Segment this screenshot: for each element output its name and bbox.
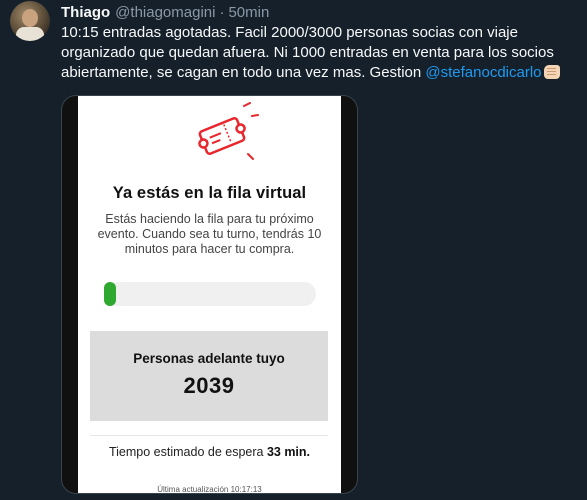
- author-handle[interactable]: @thiagomagini: [115, 4, 215, 21]
- separator-dot: ·: [219, 3, 225, 21]
- tweet-text: 10:15 entradas agotadas. Facil 2000/3000…: [61, 23, 581, 83]
- avatar[interactable]: [10, 1, 50, 41]
- estimated-wait-value: 33 min.: [266, 445, 311, 459]
- queue-progress-bar: [104, 282, 316, 306]
- tweet-media-image[interactable]: Ya estás en la fila virtual Estás hacien…: [61, 95, 358, 494]
- people-ahead-box: Personas adelante tuyo 2039: [90, 331, 328, 421]
- estimated-wait-label: Tiempo estimado de espera: [108, 445, 267, 459]
- tweet-header: Thiago @thiagomagini · 50min: [61, 2, 269, 22]
- queue-progress-fill: [104, 282, 116, 306]
- tweet-time[interactable]: 50min: [228, 4, 269, 21]
- queue-title: Ya estás en la fila virtual: [112, 184, 307, 202]
- estimated-wait: Tiempo estimado de espera 33 min.: [78, 445, 341, 459]
- queue-description: Estás haciendo la fila para tu próximo e…: [97, 212, 322, 256]
- avatar-face: [22, 9, 38, 27]
- ticket-icon: [198, 102, 259, 160]
- divider: [90, 435, 328, 436]
- people-ahead-count: 2039: [183, 373, 235, 398]
- mention-link[interactable]: @stefanocdicarlo: [425, 64, 541, 81]
- people-ahead-label: Personas adelante tuyo: [133, 351, 285, 366]
- last-update: Última actualización 10:17:13: [157, 485, 262, 494]
- author-name[interactable]: Thiago: [61, 4, 110, 21]
- phone-screenshot: Ya estás en la fila virtual Estás hacien…: [78, 96, 341, 494]
- avatar-shirt: [16, 27, 44, 41]
- oncoming-fist-icon: [543, 65, 560, 79]
- tweet[interactable]: Thiago @thiagomagini · 50min 10:15 entra…: [0, 0, 587, 500]
